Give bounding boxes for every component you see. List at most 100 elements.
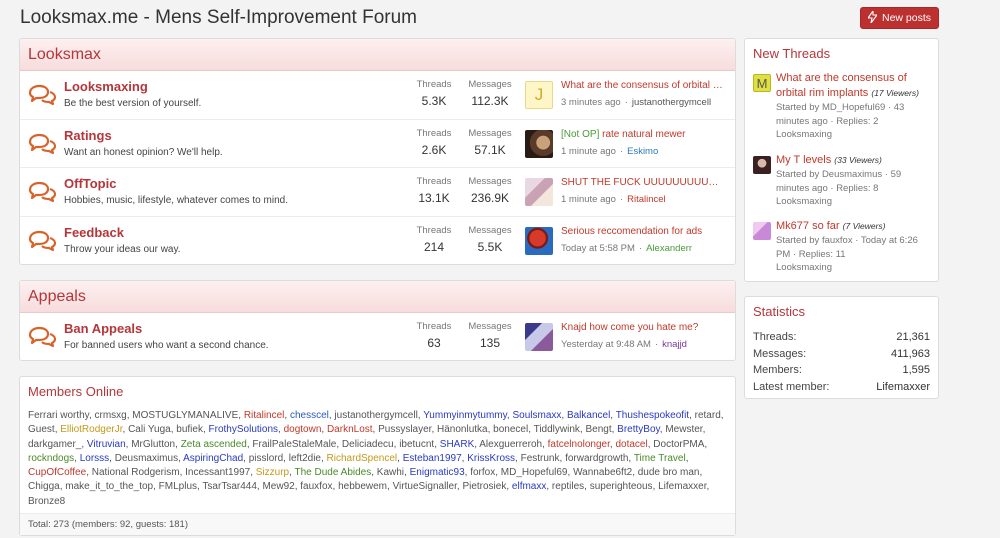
latest-thread-link[interactable]: Serious reccomendation for ads bbox=[561, 226, 729, 237]
member-link[interactable]: Cali Yuga bbox=[128, 424, 171, 435]
member-link[interactable]: rockndogs bbox=[28, 453, 74, 464]
avatar[interactable] bbox=[753, 156, 771, 174]
avatar[interactable] bbox=[525, 129, 553, 158]
new-thread-title[interactable]: What are the consensus of orbital rim im… bbox=[776, 71, 936, 101]
meta-forum[interactable]: Looksmaxing bbox=[776, 195, 936, 209]
member-link[interactable]: Pussyslayer bbox=[378, 424, 431, 435]
member-link[interactable]: Bengt bbox=[585, 424, 611, 435]
member-link[interactable]: Alexguerreroh bbox=[479, 439, 542, 450]
member-link[interactable]: Deusmaximus bbox=[115, 453, 178, 464]
node-title[interactable]: Ban Appeals bbox=[64, 321, 142, 336]
member-link[interactable]: Ferrari worthy bbox=[28, 410, 89, 421]
member-link[interactable]: FrailPaleStaleMale bbox=[252, 439, 336, 450]
member-link[interactable]: Balkancel bbox=[567, 410, 610, 421]
avatar[interactable]: J bbox=[525, 81, 553, 109]
member-link[interactable]: chesscel bbox=[290, 410, 329, 421]
member-link[interactable]: DarknLost bbox=[327, 424, 373, 435]
member-link[interactable]: ElliotRodgerJr bbox=[60, 424, 122, 435]
latest-thread-link[interactable]: [Not OP] rate natural mewer bbox=[561, 129, 729, 140]
member-link[interactable]: SHARK bbox=[440, 439, 474, 450]
member-link[interactable]: Mew92 bbox=[262, 481, 294, 492]
latest-thread-link[interactable]: Knajd how come you hate me? bbox=[561, 322, 729, 333]
member-link[interactable]: VirtueSignaller bbox=[393, 481, 457, 492]
latest-time[interactable]: Yesterday at 9:48 AM bbox=[561, 339, 651, 350]
member-link[interactable]: Time Travel bbox=[634, 453, 686, 464]
member-link[interactable]: CupOfCoffee bbox=[28, 467, 86, 478]
member-link[interactable]: retard bbox=[695, 410, 721, 421]
new-thread-title[interactable]: My T levels (33 Viewers) bbox=[776, 153, 936, 168]
member-link[interactable]: bufiek bbox=[176, 424, 203, 435]
member-link[interactable]: superighteous bbox=[590, 481, 653, 492]
member-link[interactable]: Guest bbox=[28, 424, 55, 435]
member-link[interactable]: MOSTUGLYMANALIVE bbox=[132, 410, 238, 421]
avatar[interactable] bbox=[525, 226, 553, 255]
meta-forum[interactable]: Looksmaxing bbox=[776, 128, 936, 142]
member-link[interactable]: AspiringChad bbox=[183, 453, 243, 464]
member-link[interactable]: Mewster bbox=[665, 424, 702, 435]
member-link[interactable]: KrissKross bbox=[467, 453, 515, 464]
node-title[interactable]: OffTopic bbox=[64, 176, 116, 191]
member-link[interactable]: pisslord bbox=[249, 453, 283, 464]
latest-user[interactable]: Eskimo bbox=[627, 146, 658, 157]
new-thread-title[interactable]: Mk677 so far (7 Viewers) bbox=[776, 219, 936, 234]
latest-time[interactable]: 3 minutes ago bbox=[561, 97, 621, 108]
member-link[interactable]: make_it_to_the_top bbox=[65, 481, 153, 492]
section-title[interactable]: Looksmax bbox=[20, 39, 735, 71]
latest-user[interactable]: knajjd bbox=[662, 339, 687, 350]
member-link[interactable]: Lifemaxxer bbox=[658, 481, 706, 492]
member-link[interactable]: Festrunk bbox=[521, 453, 560, 464]
member-link[interactable]: BrettyBoy bbox=[617, 424, 660, 435]
member-link[interactable]: MrGlutton bbox=[131, 439, 175, 450]
member-link[interactable]: Soulsmaxx bbox=[512, 410, 561, 421]
member-link[interactable]: TsarTsar444 bbox=[202, 481, 256, 492]
meta-forum[interactable]: Looksmaxing bbox=[776, 261, 936, 275]
member-link[interactable]: Hänonlutka bbox=[437, 424, 488, 435]
latest-time[interactable]: 1 minute ago bbox=[561, 194, 616, 205]
member-link[interactable]: Esteban1997 bbox=[403, 453, 462, 464]
member-link[interactable]: bonecel bbox=[493, 424, 528, 435]
member-link[interactable]: Ritalincel bbox=[244, 410, 285, 421]
latest-thread-link[interactable]: What are the consensus of orbital … bbox=[561, 80, 729, 91]
member-link[interactable]: fauxfox bbox=[300, 481, 332, 492]
member-link[interactable]: fatcelnolonger bbox=[548, 439, 610, 450]
member-link[interactable]: forwardgrowth bbox=[565, 453, 628, 464]
member-link[interactable]: DoctorPMA bbox=[653, 439, 704, 450]
member-link[interactable]: Kawhi bbox=[377, 467, 404, 478]
latest-thread-link[interactable]: SHUT THE FUCK UUUUUUUUU… bbox=[561, 177, 729, 188]
new-posts-button[interactable]: New posts bbox=[860, 7, 939, 29]
member-link[interactable]: Tiddlywink bbox=[534, 424, 580, 435]
member-link[interactable]: forfox bbox=[470, 467, 495, 478]
member-link[interactable]: dotacel bbox=[615, 439, 647, 450]
section-title[interactable]: Appeals bbox=[20, 281, 735, 313]
latest-user[interactable]: Alexanderr bbox=[646, 243, 692, 254]
member-link[interactable]: FMLplus bbox=[159, 481, 197, 492]
latest-user[interactable]: justanothergymcell bbox=[632, 97, 711, 108]
latest-time[interactable]: Today at 5:58 PM bbox=[561, 243, 635, 254]
member-link[interactable]: Yummyinmytummy bbox=[423, 410, 507, 421]
member-link[interactable]: Thushespokeofit bbox=[616, 410, 689, 421]
member-link[interactable]: crmsxg bbox=[95, 410, 127, 421]
member-link[interactable]: Lorsss bbox=[80, 453, 109, 464]
node-title[interactable]: Ratings bbox=[64, 128, 112, 143]
members-online-title[interactable]: Members Online bbox=[20, 377, 735, 399]
member-link[interactable]: Zeta ascended bbox=[181, 439, 247, 450]
member-link[interactable]: FrothySolutions bbox=[209, 424, 278, 435]
member-link[interactable]: Vitruvian bbox=[87, 439, 126, 450]
member-link[interactable]: Sizzurp bbox=[256, 467, 289, 478]
node-title[interactable]: Looksmaxing bbox=[64, 79, 148, 94]
latest-user[interactable]: Ritalincel bbox=[627, 194, 666, 205]
member-link[interactable]: justanothergymcell bbox=[334, 410, 417, 421]
new-threads-title[interactable]: New Threads bbox=[745, 39, 938, 69]
member-link[interactable]: Wannabe6ft2 bbox=[573, 467, 632, 478]
member-link[interactable]: National Rodgerism bbox=[92, 467, 180, 478]
avatar[interactable] bbox=[525, 178, 553, 206]
member-link[interactable]: Bronze8 bbox=[28, 496, 65, 507]
avatar[interactable]: M bbox=[753, 74, 771, 92]
member-link[interactable]: RichardSpencel bbox=[327, 453, 398, 464]
member-link[interactable]: darkgamer_ bbox=[28, 439, 81, 450]
member-link[interactable]: reptiles bbox=[552, 481, 584, 492]
member-link[interactable]: Chigga bbox=[28, 481, 60, 492]
member-link[interactable]: dude bro man bbox=[638, 467, 700, 478]
member-link[interactable]: Incessant1997 bbox=[185, 467, 250, 478]
node-title[interactable]: Feedback bbox=[64, 225, 124, 240]
